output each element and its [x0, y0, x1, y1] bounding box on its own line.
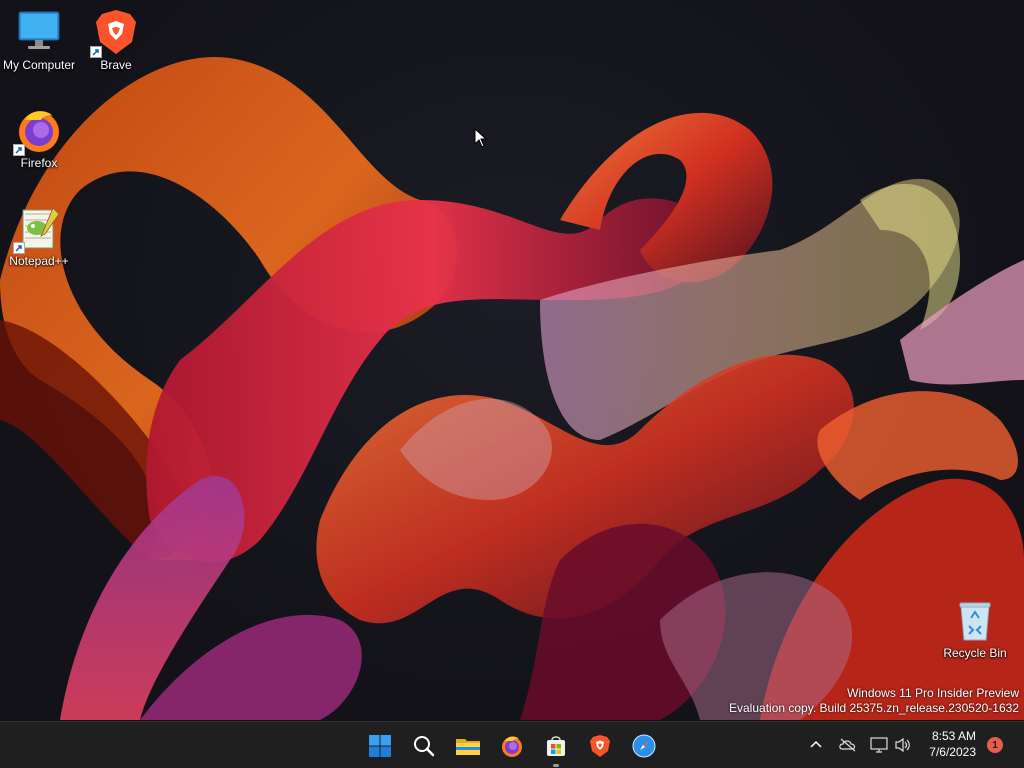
firefox-icon	[502, 736, 522, 757]
running-indicator	[553, 764, 559, 767]
recycle-bin-icon	[951, 596, 999, 644]
shortcut-arrow-icon	[13, 144, 25, 156]
mouse-cursor-icon	[474, 127, 488, 153]
desktop-icon-recycle-bin[interactable]: Recycle Bin	[937, 596, 1013, 660]
firefox-icon	[13, 106, 63, 156]
firefox-taskbar-button[interactable]	[495, 729, 529, 763]
network-off-icon	[839, 738, 856, 752]
desktop-icon-brave[interactable]: Brave	[78, 8, 154, 72]
desktop-icon-label: Brave	[100, 58, 132, 72]
display-icon	[870, 737, 888, 753]
watermark-build: Evaluation copy. Build 25375.zn_release.…	[729, 701, 1019, 715]
desktop-icon-firefox[interactable]: Firefox	[1, 106, 77, 170]
watermark-edition: Windows 11 Pro Insider Preview	[847, 686, 1019, 700]
desktop-icon-label: Recycle Bin	[943, 646, 1007, 660]
compass-icon	[632, 734, 656, 758]
brave-taskbar-button[interactable]	[583, 729, 617, 763]
search-icon	[414, 736, 435, 757]
desktop-icon-label: Notepad++	[9, 254, 69, 268]
start-button[interactable]	[363, 729, 397, 763]
brave-icon	[90, 8, 140, 58]
ribbon-wallpaper-art	[0, 56, 1024, 720]
search-button[interactable]	[407, 729, 441, 763]
shortcut-arrow-icon	[13, 242, 25, 254]
clock-time: 8:53 AM	[931, 729, 976, 743]
store-icon	[547, 736, 565, 756]
folder-icon	[456, 739, 480, 755]
desktop-icon-label: Firefox	[20, 156, 58, 170]
notification-badge[interactable]: 1	[987, 737, 1003, 753]
clock-date: 7/6/2023	[929, 745, 976, 759]
chevron-up-icon	[810, 740, 822, 748]
network-button[interactable]	[868, 730, 890, 760]
shortcut-arrow-icon	[90, 46, 102, 58]
volume-button[interactable]	[892, 730, 914, 760]
show-hidden-icons-button[interactable]	[806, 730, 826, 760]
desktop-icon-notepadpp[interactable]: Notepad++	[1, 204, 77, 268]
file-explorer-button[interactable]	[451, 729, 485, 763]
onedrive-status-button[interactable]	[836, 730, 860, 760]
taskbar: 8:53 AM 7/6/2023 1	[0, 721, 1024, 768]
taskbar-clock[interactable]: 8:53 AM 7/6/2023	[929, 728, 976, 760]
desktop-icon-label: My Computer	[2, 58, 76, 72]
volume-icon	[895, 737, 910, 753]
notepadpp-icon	[13, 204, 63, 254]
microsoft-store-button[interactable]	[539, 729, 573, 767]
desktop-icon-my-computer[interactable]: My Computer	[1, 8, 77, 72]
evaluation-watermark: Windows 11 Pro Insider Preview Evaluatio…	[729, 686, 1019, 716]
windows-logo-icon	[369, 735, 391, 757]
compass-browser-button[interactable]	[627, 729, 661, 763]
desktop-wallpaper	[0, 0, 1024, 721]
brave-icon	[590, 735, 610, 757]
monitor-icon	[15, 8, 63, 56]
